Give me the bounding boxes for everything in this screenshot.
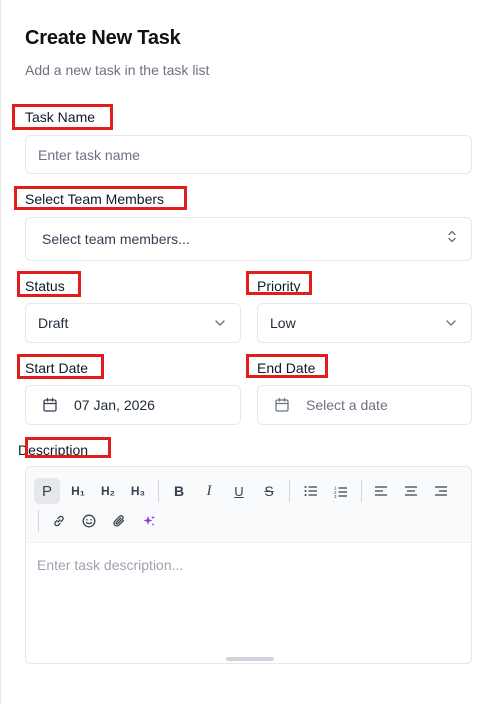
start-date-picker[interactable]: 07 Jan, 2026: [25, 385, 241, 425]
status-select[interactable]: Draft: [25, 303, 241, 343]
chevron-up-down-icon: [447, 230, 457, 249]
emoji-icon[interactable]: [76, 508, 102, 534]
highlight-box-team-members: [14, 186, 187, 210]
task-name-input[interactable]: Enter task name: [25, 135, 472, 174]
calendar-icon: [274, 397, 290, 413]
italic-button[interactable]: I: [196, 478, 222, 504]
calendar-icon: [42, 397, 58, 413]
team-members-placeholder: Select team members...: [42, 231, 190, 247]
align-right-icon[interactable]: [428, 478, 454, 504]
page-subtitle: Add a new task in the task list: [25, 62, 210, 78]
heading-1-button[interactable]: H₁: [65, 478, 91, 504]
link-icon[interactable]: [46, 508, 72, 534]
description-placeholder: Enter task description...: [37, 557, 184, 573]
heading-3-button[interactable]: H₃: [125, 478, 151, 504]
toolbar-divider: [38, 510, 39, 532]
highlight-box-priority: [246, 271, 312, 295]
description-editor[interactable]: P H₁ H₂ H₃ B I U S 123 Enter task descri…: [25, 466, 472, 664]
priority-value: Low: [270, 315, 296, 331]
highlight-box-end-date: [246, 354, 328, 378]
priority-select[interactable]: Low: [257, 303, 472, 343]
underline-button[interactable]: U: [226, 478, 252, 504]
strikethrough-button[interactable]: S: [256, 478, 282, 504]
page-title: Create New Task: [25, 27, 181, 49]
start-date-value: 07 Jan, 2026: [74, 397, 155, 413]
toolbar-divider: [158, 480, 159, 502]
bullet-list-icon[interactable]: [298, 478, 324, 504]
svg-text:3: 3: [334, 494, 337, 498]
editor-toolbar: P H₁ H₂ H₃ B I U S 123: [26, 467, 471, 543]
ai-sparkle-icon[interactable]: [136, 508, 162, 534]
task-name-placeholder: Enter task name: [38, 146, 140, 163]
highlight-box-status: [17, 271, 81, 297]
status-value: Draft: [38, 315, 69, 331]
align-left-icon[interactable]: [368, 478, 394, 504]
end-date-placeholder: Select a date: [306, 397, 388, 413]
end-date-picker[interactable]: Select a date: [257, 385, 472, 425]
highlight-box-task-name: [12, 104, 113, 130]
bold-button[interactable]: B: [166, 478, 192, 504]
attachment-icon[interactable]: [106, 508, 132, 534]
align-center-icon[interactable]: [398, 478, 424, 504]
resize-handle[interactable]: [226, 657, 274, 661]
numbered-list-icon[interactable]: 123: [328, 478, 354, 504]
paragraph-button[interactable]: P: [34, 478, 60, 504]
highlight-box-start-date: [17, 354, 104, 379]
chevron-down-icon: [214, 314, 226, 332]
heading-2-button[interactable]: H₂: [95, 478, 121, 504]
highlight-box-description: [25, 437, 111, 458]
panel-left-border: [0, 0, 1, 704]
chevron-down-icon: [445, 314, 457, 332]
team-members-select[interactable]: Select team members...: [25, 217, 472, 261]
toolbar-divider: [289, 480, 290, 502]
toolbar-divider: [361, 480, 362, 502]
